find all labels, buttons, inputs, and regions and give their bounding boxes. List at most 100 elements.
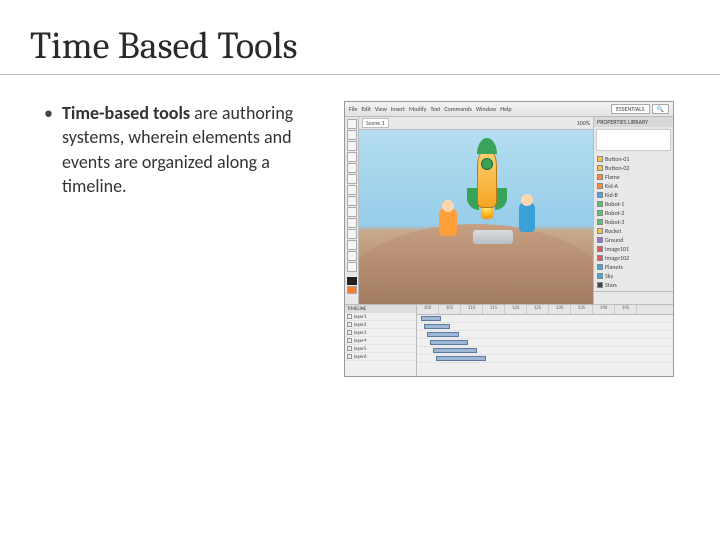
keyframe-span[interactable] [421, 316, 441, 321]
search-box[interactable]: 🔍 [652, 104, 669, 114]
pen-tool-icon[interactable] [347, 163, 357, 173]
menu-file[interactable]: File [349, 105, 358, 113]
fill-swatch[interactable] [347, 286, 357, 294]
ruler-tick: 115 [483, 305, 505, 314]
library-item-swatch-icon [597, 183, 603, 189]
library-item-swatch-icon [597, 210, 603, 216]
rect-tool-icon[interactable] [347, 196, 357, 206]
stage-tab-bar: Scene 1 100% [359, 117, 593, 130]
library-item[interactable]: Button-02 [597, 164, 670, 172]
zoom-indicator[interactable]: 100% [577, 119, 590, 127]
hand-tool-icon[interactable] [347, 262, 357, 272]
library-panel-header[interactable]: PROPERTIES LIBRARY [594, 117, 673, 127]
text-tool-icon[interactable] [347, 174, 357, 184]
timeline-track[interactable] [417, 331, 673, 339]
menu-view[interactable]: View [375, 105, 387, 113]
app-body: Scene 1 100% [345, 117, 673, 304]
timeline-track[interactable] [417, 355, 673, 363]
library-item[interactable]: Robot-1 [597, 200, 670, 208]
timeline-track[interactable] [417, 339, 673, 347]
timeline-layer[interactable]: layer3 [345, 329, 416, 337]
ruler-tick: 120 [505, 305, 527, 314]
bullet-term: Time-based tools [62, 102, 190, 124]
library-item[interactable]: Ground [597, 236, 670, 244]
library-item[interactable]: Stars [597, 281, 670, 289]
layer-color-icon [347, 338, 352, 343]
bullet-item: Time-based tools are authoring systems, … [44, 101, 326, 198]
title-divider [0, 74, 720, 75]
timeline-layer[interactable]: layer5 [345, 345, 416, 353]
library-item-swatch-icon [597, 246, 603, 252]
library-item-label: Button-01 [605, 155, 629, 163]
line-tool-icon[interactable] [347, 185, 357, 195]
timeline-layer[interactable]: layer4 [345, 337, 416, 345]
timeline-panel: TIMELINE layer1layer2layer3layer4layer5l… [345, 304, 673, 376]
artwork-rocket [467, 138, 507, 228]
library-item[interactable]: Robot-3 [597, 218, 670, 226]
library-item-swatch-icon [597, 282, 603, 288]
eraser-tool-icon[interactable] [347, 251, 357, 261]
menu-window[interactable]: Window [476, 105, 496, 113]
layer-name: layer5 [354, 346, 366, 352]
layer-color-icon [347, 330, 352, 335]
layer-name: layer1 [354, 314, 366, 320]
library-item-label: Planets [605, 263, 623, 271]
timeline-track[interactable] [417, 347, 673, 355]
keyframe-span[interactable] [433, 348, 477, 353]
library-item-label: Button-02 [605, 164, 629, 172]
library-item[interactable]: Kid-B [597, 191, 670, 199]
menu-text[interactable]: Text [430, 105, 440, 113]
timeline-layer[interactable]: layer1 [345, 313, 416, 321]
library-item[interactable]: Button-01 [597, 155, 670, 163]
library-item-label: Robot-3 [605, 218, 624, 226]
ruler-tick: 140 [593, 305, 615, 314]
scene-tab[interactable]: Scene 1 [362, 118, 389, 128]
library-item-label: Kid-B [605, 191, 618, 199]
library-item[interactable]: Image101 [597, 245, 670, 253]
library-item[interactable]: Rocket [597, 227, 670, 235]
timeline-header: TIMELINE [345, 305, 416, 313]
bullet-list: Time-based tools are authoring systems, … [36, 101, 326, 377]
keyframe-span[interactable] [430, 340, 468, 345]
pencil-tool-icon[interactable] [347, 207, 357, 217]
keyframe-span[interactable] [436, 356, 486, 361]
library-item[interactable]: Planets [597, 263, 670, 271]
menu-insert[interactable]: Insert [391, 105, 405, 113]
ruler-tick: 145 [615, 305, 637, 314]
timeline-track[interactable] [417, 323, 673, 331]
menu-edit[interactable]: Edit [362, 105, 371, 113]
lasso-tool-icon[interactable] [347, 152, 357, 162]
library-item-label: Rocket [605, 227, 621, 235]
selection-tool-icon[interactable] [347, 119, 357, 129]
library-item-label: Ground [605, 236, 623, 244]
brush-tool-icon[interactable] [347, 218, 357, 228]
stroke-swatch[interactable] [347, 277, 357, 285]
menu-commands[interactable]: Commands [444, 105, 471, 113]
stage-canvas[interactable] [359, 130, 593, 304]
bucket-tool-icon[interactable] [347, 229, 357, 239]
ruler-tick: 135 [571, 305, 593, 314]
library-item[interactable]: Image102 [597, 254, 670, 262]
layer-name: layer3 [354, 330, 366, 336]
library-item-swatch-icon [597, 174, 603, 180]
menu-modify[interactable]: Modify [409, 105, 426, 113]
library-item[interactable]: Flame [597, 173, 670, 181]
library-item-swatch-icon [597, 255, 603, 261]
timeline-layer[interactable]: layer6 [345, 353, 416, 361]
keyframe-span[interactable] [424, 324, 450, 329]
timeline-ruler[interactable]: 100105110115120125130135140145 [417, 305, 673, 315]
keyframe-span[interactable] [427, 332, 459, 337]
library-item[interactable]: Kid-A [597, 182, 670, 190]
timeline-layer[interactable]: layer2 [345, 321, 416, 329]
menu-help[interactable]: Help [500, 105, 511, 113]
transform-tool-icon[interactable] [347, 141, 357, 151]
library-item[interactable]: Robot-2 [597, 209, 670, 217]
workspace-switcher[interactable]: ESSENTIALS [611, 104, 649, 114]
library-item-swatch-icon [597, 237, 603, 243]
timeline-track[interactable] [417, 315, 673, 323]
eyedropper-tool-icon[interactable] [347, 240, 357, 250]
library-item[interactable]: Sky [597, 272, 670, 280]
slide-content-row: Time-based tools are authoring systems, … [36, 101, 684, 377]
subselect-tool-icon[interactable] [347, 130, 357, 140]
ruler-tick: 110 [461, 305, 483, 314]
